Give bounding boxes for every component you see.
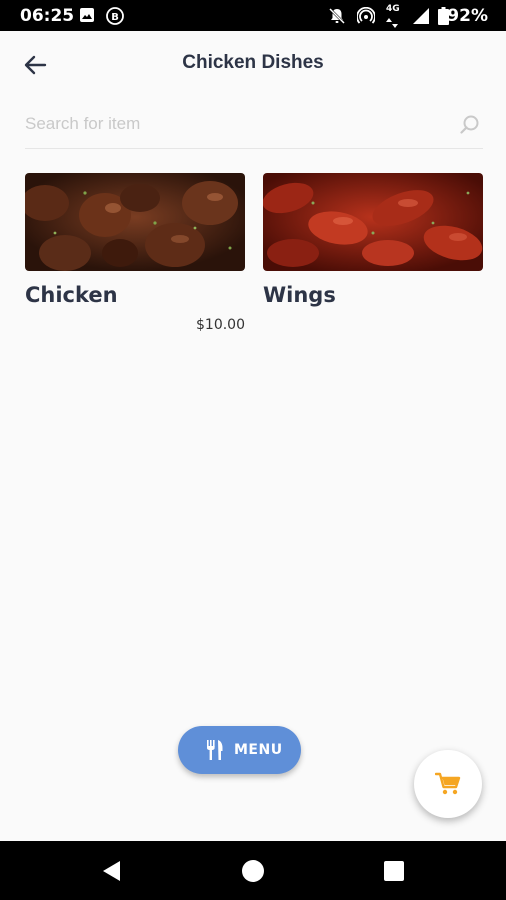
fork-knife-icon <box>204 739 226 761</box>
item-card-chicken[interactable]: Chicken $10.00 <box>25 173 245 333</box>
search-bar <box>25 104 483 149</box>
back-triangle-icon[interactable] <box>100 859 124 883</box>
menu-button[interactable]: MENU <box>178 726 301 774</box>
svg-text:B: B <box>111 12 119 23</box>
item-name: Wings <box>263 283 336 307</box>
network-type-label: 4G <box>386 4 400 14</box>
app-bar: Chicken Dishes <box>0 31 506 97</box>
recents-square-icon[interactable] <box>382 859 406 883</box>
system-navigation-bar <box>0 841 506 900</box>
b-notification-icon: B <box>106 7 124 30</box>
image-notification-icon <box>79 7 95 28</box>
shopping-cart-icon <box>435 772 461 795</box>
battery-percent: 92% <box>447 6 488 26</box>
menu-button-label: MENU <box>234 742 283 758</box>
wings-food-image <box>263 173 483 271</box>
item-name: Chicken <box>25 283 118 307</box>
signal-icon <box>412 7 430 30</box>
search-icon[interactable] <box>459 114 481 136</box>
page-title: Chicken Dishes <box>182 52 324 73</box>
notifications-off-icon <box>328 7 346 30</box>
status-time: 06:25 <box>20 6 75 26</box>
chicken-food-image <box>25 173 245 271</box>
search-input[interactable] <box>25 110 445 138</box>
status-bar: 06:25 B 4G 92% <box>0 0 506 31</box>
home-circle-icon[interactable] <box>241 859 265 883</box>
hotspot-icon <box>356 6 376 30</box>
item-card-wings[interactable]: Wings <box>263 173 483 317</box>
cart-button[interactable] <box>414 750 482 818</box>
item-price: $10.00 <box>196 317 245 333</box>
